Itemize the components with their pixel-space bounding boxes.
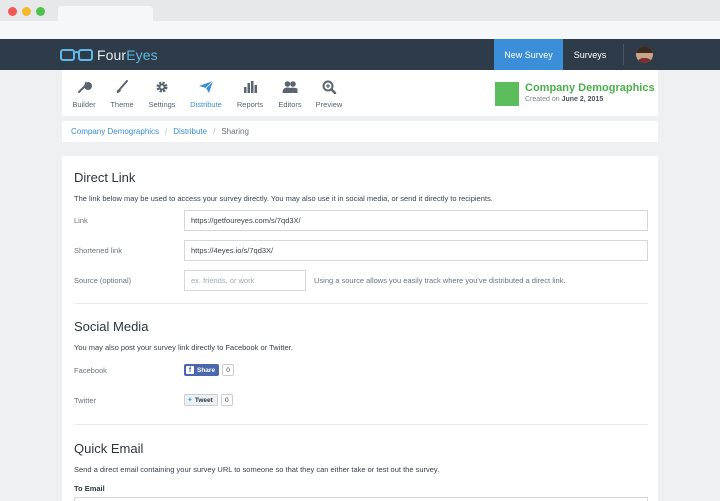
tool-label: Builder <box>72 100 96 109</box>
survey-toolbar: Builder Theme Settings Distribute Report… <box>62 70 658 116</box>
direct-link-description: The link below may be used to access you… <box>74 194 493 203</box>
browser-chrome <box>0 0 720 39</box>
brush-icon <box>116 80 128 93</box>
breadcrumb-separator: / <box>165 127 168 136</box>
facebook-share-label: Share <box>197 366 216 374</box>
tool-reports[interactable]: Reports <box>228 70 272 116</box>
twitter-tweet-button[interactable]: ✦ Tweet <box>184 394 218 406</box>
to-email-input[interactable] <box>74 497 648 501</box>
shortened-link-input[interactable] <box>184 240 648 261</box>
users-icon <box>282 81 298 93</box>
facebook-icon: f <box>186 366 194 374</box>
quick-email-heading: Quick Email <box>74 441 144 456</box>
tool-editors[interactable]: Editors <box>268 70 312 116</box>
tool-label: Editors <box>278 100 302 109</box>
link-label: Link <box>74 216 88 225</box>
quick-email-description: Send a direct email containing your surv… <box>74 465 440 474</box>
section-divider <box>74 424 648 425</box>
user-avatar[interactable] <box>636 46 653 63</box>
sharing-panel: Direct Link The link below may be used t… <box>62 156 658 501</box>
survey-title[interactable]: Company Demographics <box>525 82 655 94</box>
direct-link-heading: Direct Link <box>74 170 136 185</box>
tool-label: Distribute <box>190 100 222 109</box>
tool-label: Theme <box>110 100 134 109</box>
surveys-nav-link[interactable]: Surveys <box>567 39 613 70</box>
foureyes-logo[interactable]: FourEyes <box>60 45 158 65</box>
breadcrumb-separator: / <box>213 127 216 136</box>
facebook-share-button[interactable]: f Share <box>184 364 220 376</box>
tool-label: Preview <box>315 100 343 109</box>
survey-color-swatch <box>495 82 519 106</box>
source-input[interactable] <box>184 270 306 291</box>
paper-plane-icon <box>199 80 214 93</box>
social-media-heading: Social Media <box>74 319 149 334</box>
tool-settings[interactable]: Settings <box>140 70 184 116</box>
social-media-description: You may also post your survey link direc… <box>74 343 293 352</box>
breadcrumb-distribute[interactable]: Distribute <box>173 127 207 136</box>
nav-divider <box>623 44 624 65</box>
tool-preview[interactable]: Preview <box>307 70 351 116</box>
twitter-bird-icon: ✦ <box>187 397 193 404</box>
logo-text: FourEyes <box>97 47 158 63</box>
twitter-tweet-widget: ✦ Tweet 0 <box>184 394 233 406</box>
maximize-window-button[interactable] <box>36 7 45 16</box>
facebook-share-widget: f Share 0 <box>184 364 235 376</box>
breadcrumb-survey[interactable]: Company Demographics <box>71 127 159 136</box>
facebook-share-count: 0 <box>222 364 235 376</box>
twitter-tweet-count: 0 <box>220 394 233 406</box>
breadcrumb-current: Sharing <box>221 127 249 136</box>
section-divider <box>74 303 648 304</box>
browser-tab[interactable] <box>58 6 153 21</box>
tool-label: Reports <box>236 100 264 109</box>
twitter-tweet-label: Tweet <box>194 396 213 404</box>
magnifier-icon <box>322 80 337 94</box>
shortened-link-label: Shortened link <box>74 246 122 255</box>
breadcrumb: Company Demographics / Distribute / Shar… <box>62 121 658 142</box>
browser-address-bar[interactable] <box>0 21 720 39</box>
gear-icon <box>156 81 168 93</box>
top-navbar: FourEyes New Survey Surveys <box>0 39 720 70</box>
close-window-button[interactable] <box>8 7 17 16</box>
new-survey-button[interactable]: New Survey <box>494 39 563 70</box>
source-hint: Using a source allows you easily track w… <box>314 276 566 285</box>
to-email-label: To Email <box>74 484 105 493</box>
tool-theme[interactable]: Theme <box>100 70 144 116</box>
wrench-icon <box>78 81 92 93</box>
link-input[interactable] <box>184 210 648 231</box>
facebook-label: Facebook <box>74 366 107 375</box>
survey-created-date: Created on June 2, 2015 <box>525 96 604 103</box>
bar-chart-icon <box>244 81 257 93</box>
source-label: Source (optional) <box>74 276 132 285</box>
twitter-label: Twitter <box>74 396 97 405</box>
glasses-icon <box>60 49 93 61</box>
tool-label: Settings <box>148 100 176 109</box>
tool-distribute[interactable]: Distribute <box>184 70 228 116</box>
minimize-window-button[interactable] <box>22 7 31 16</box>
